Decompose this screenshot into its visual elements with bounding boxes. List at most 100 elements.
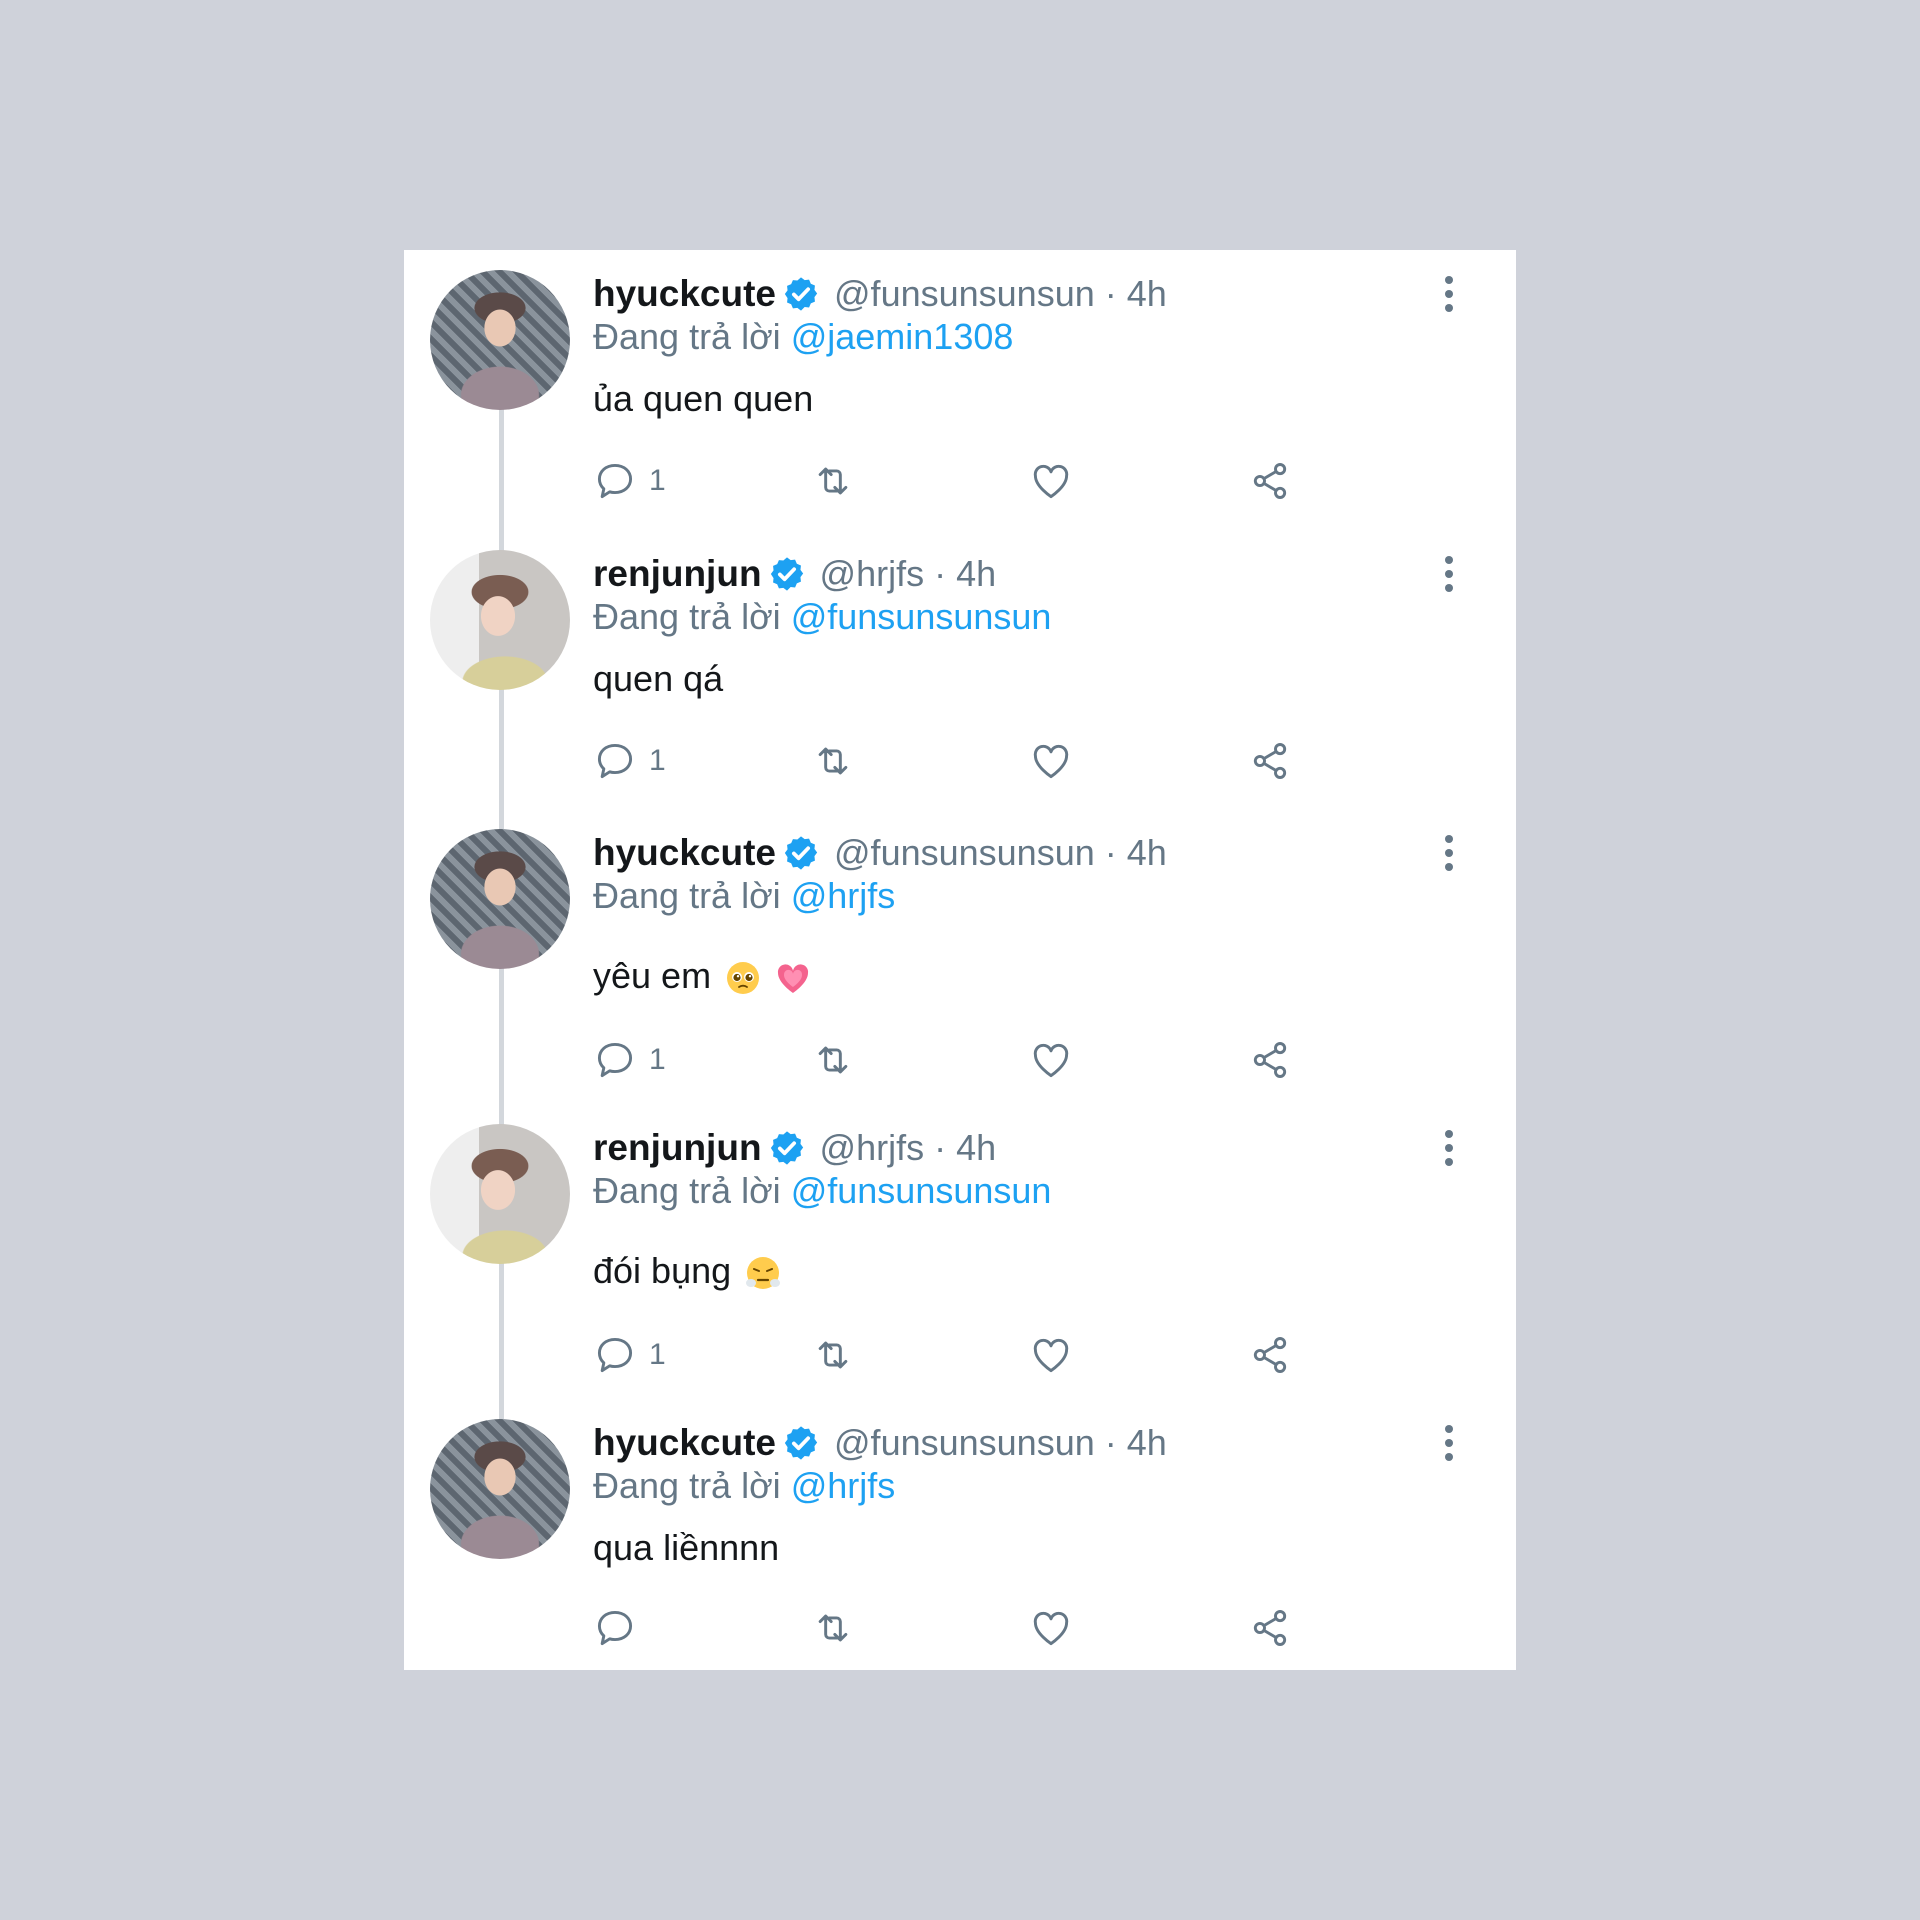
timestamp[interactable]: 4h bbox=[1127, 273, 1167, 315]
reply-prefix: Đang trả lời bbox=[593, 1465, 781, 1506]
avatar[interactable] bbox=[430, 1124, 570, 1264]
retweet-button[interactable] bbox=[811, 456, 855, 506]
retweet-button[interactable] bbox=[811, 1035, 855, 1085]
tweet-text: ủa quen quen bbox=[593, 378, 814, 419]
display-name[interactable]: renjunjun bbox=[593, 1127, 762, 1169]
tweet-text: đói bụng bbox=[593, 1250, 732, 1291]
reply-mention-link[interactable]: @funsunsunsun bbox=[791, 596, 1052, 637]
tweet-actions bbox=[593, 1603, 1393, 1653]
avatar[interactable] bbox=[430, 550, 570, 690]
tweet-header: hyuckcute @funsunsunsun · 4h bbox=[593, 831, 1167, 875]
more-vertical-icon[interactable] bbox=[1434, 1423, 1464, 1463]
verified-badge-icon bbox=[784, 1426, 818, 1460]
avatar[interactable] bbox=[430, 829, 570, 969]
handle[interactable]: @funsunsunsun bbox=[834, 832, 1095, 874]
like-button[interactable] bbox=[1029, 1035, 1073, 1085]
like-button[interactable] bbox=[1029, 1603, 1073, 1653]
display-name[interactable]: hyuckcute bbox=[593, 273, 776, 315]
share-button[interactable] bbox=[1248, 456, 1292, 506]
reply-prefix: Đang trả lời bbox=[593, 875, 781, 916]
retweet-icon bbox=[818, 1614, 848, 1642]
tweet-header: renjunjun @hrjfs · 4h bbox=[593, 1126, 996, 1170]
like-button[interactable] bbox=[1029, 456, 1073, 506]
reply-mention-link[interactable]: @hrjfs bbox=[791, 875, 896, 916]
reply-prefix: Đang trả lời bbox=[593, 596, 781, 637]
tweet-text-row: đói bụng bbox=[593, 1250, 781, 1292]
timestamp[interactable]: 4h bbox=[956, 553, 996, 595]
heart-icon bbox=[1033, 1338, 1069, 1373]
more-vertical-icon[interactable] bbox=[1434, 554, 1464, 594]
reply-prefix: Đang trả lời bbox=[593, 316, 781, 357]
verified-badge-icon bbox=[784, 836, 818, 870]
display-name[interactable]: renjunjun bbox=[593, 553, 762, 595]
reply-context: Đang trả lời @hrjfs bbox=[593, 1465, 895, 1507]
display-name[interactable]: hyuckcute bbox=[593, 1422, 776, 1464]
separator: · bbox=[934, 553, 947, 594]
reply-button[interactable]: 1 bbox=[593, 456, 666, 506]
retweet-button[interactable] bbox=[811, 736, 855, 786]
timestamp[interactable]: 4h bbox=[1127, 832, 1167, 874]
separator: · bbox=[1104, 832, 1117, 873]
retweet-button[interactable] bbox=[811, 1603, 855, 1653]
tweet-actions: 1 bbox=[593, 1330, 1393, 1380]
reply-button[interactable]: 1 bbox=[593, 736, 666, 786]
more-vertical-icon[interactable] bbox=[1434, 274, 1464, 314]
separator: · bbox=[1104, 273, 1117, 314]
pleading-face-emoji bbox=[727, 962, 760, 995]
reply-count: 1 bbox=[649, 744, 666, 777]
handle[interactable]: @funsunsunsun bbox=[834, 1422, 1095, 1464]
share-icon bbox=[1253, 1042, 1287, 1078]
tweet-header: renjunjun @hrjfs · 4h bbox=[593, 552, 996, 596]
share-button[interactable] bbox=[1248, 736, 1292, 786]
avatar[interactable] bbox=[430, 1419, 570, 1559]
face-with-steam-emoji bbox=[746, 1257, 781, 1290]
reply-button[interactable] bbox=[593, 1603, 649, 1653]
tweet-text-row: yêu em bbox=[593, 955, 811, 997]
reply-mention-link[interactable]: @funsunsunsun bbox=[791, 1170, 1052, 1211]
reply-context: Đang trả lời @jaemin1308 bbox=[593, 316, 1013, 358]
tweet-text: quen qá bbox=[593, 658, 724, 699]
separator: · bbox=[1104, 1422, 1117, 1463]
share-icon bbox=[1253, 743, 1287, 779]
heart-icon bbox=[1033, 744, 1069, 779]
display-name[interactable]: hyuckcute bbox=[593, 832, 776, 874]
thread-card: hyuckcute @funsunsunsun · 4h Đang trả lờ… bbox=[404, 250, 1516, 1670]
retweet-button[interactable] bbox=[811, 1330, 855, 1380]
like-button[interactable] bbox=[1029, 736, 1073, 786]
share-button[interactable] bbox=[1248, 1330, 1292, 1380]
timestamp[interactable]: 4h bbox=[1127, 1422, 1167, 1464]
tweet-actions: 1 bbox=[593, 456, 1393, 506]
reply-mention-link[interactable]: @jaemin1308 bbox=[791, 316, 1014, 357]
reply-bubble-icon bbox=[597, 463, 633, 499]
timestamp[interactable]: 4h bbox=[956, 1127, 996, 1169]
handle[interactable]: @hrjfs bbox=[820, 1127, 925, 1169]
reply-mention-link[interactable]: @hrjfs bbox=[791, 1465, 896, 1506]
reply-button[interactable]: 1 bbox=[593, 1035, 666, 1085]
reply-count: 1 bbox=[649, 1043, 666, 1076]
reply-bubble-icon bbox=[597, 1042, 633, 1078]
reply-context: Đang trả lời @hrjfs bbox=[593, 875, 895, 917]
tweet-header: hyuckcute @funsunsunsun · 4h bbox=[593, 1421, 1167, 1465]
reply-button[interactable]: 1 bbox=[593, 1330, 666, 1380]
reply-bubble-icon bbox=[597, 743, 633, 779]
heart-icon bbox=[1033, 464, 1069, 499]
avatar[interactable] bbox=[430, 270, 570, 410]
more-vertical-icon[interactable] bbox=[1434, 1128, 1464, 1168]
tweet-actions: 1 bbox=[593, 1035, 1393, 1085]
heart-icon bbox=[1033, 1611, 1069, 1646]
like-button[interactable] bbox=[1029, 1330, 1073, 1380]
more-vertical-icon[interactable] bbox=[1434, 833, 1464, 873]
handle[interactable]: @hrjfs bbox=[820, 553, 925, 595]
heart-icon bbox=[1033, 1043, 1069, 1078]
retweet-icon bbox=[818, 1046, 848, 1074]
reply-bubble-icon bbox=[597, 1610, 633, 1646]
reply-context: Đang trả lời @funsunsunsun bbox=[593, 596, 1051, 638]
share-button[interactable] bbox=[1248, 1035, 1292, 1085]
handle[interactable]: @funsunsunsun bbox=[834, 273, 1095, 315]
tweet-text: qua liềnnnn bbox=[593, 1527, 780, 1568]
tweet-header: hyuckcute @funsunsunsun · 4h bbox=[593, 272, 1167, 316]
share-icon bbox=[1253, 1610, 1287, 1646]
tweet-actions: 1 bbox=[593, 736, 1393, 786]
retweet-icon bbox=[818, 1341, 848, 1369]
share-button[interactable] bbox=[1248, 1603, 1292, 1653]
